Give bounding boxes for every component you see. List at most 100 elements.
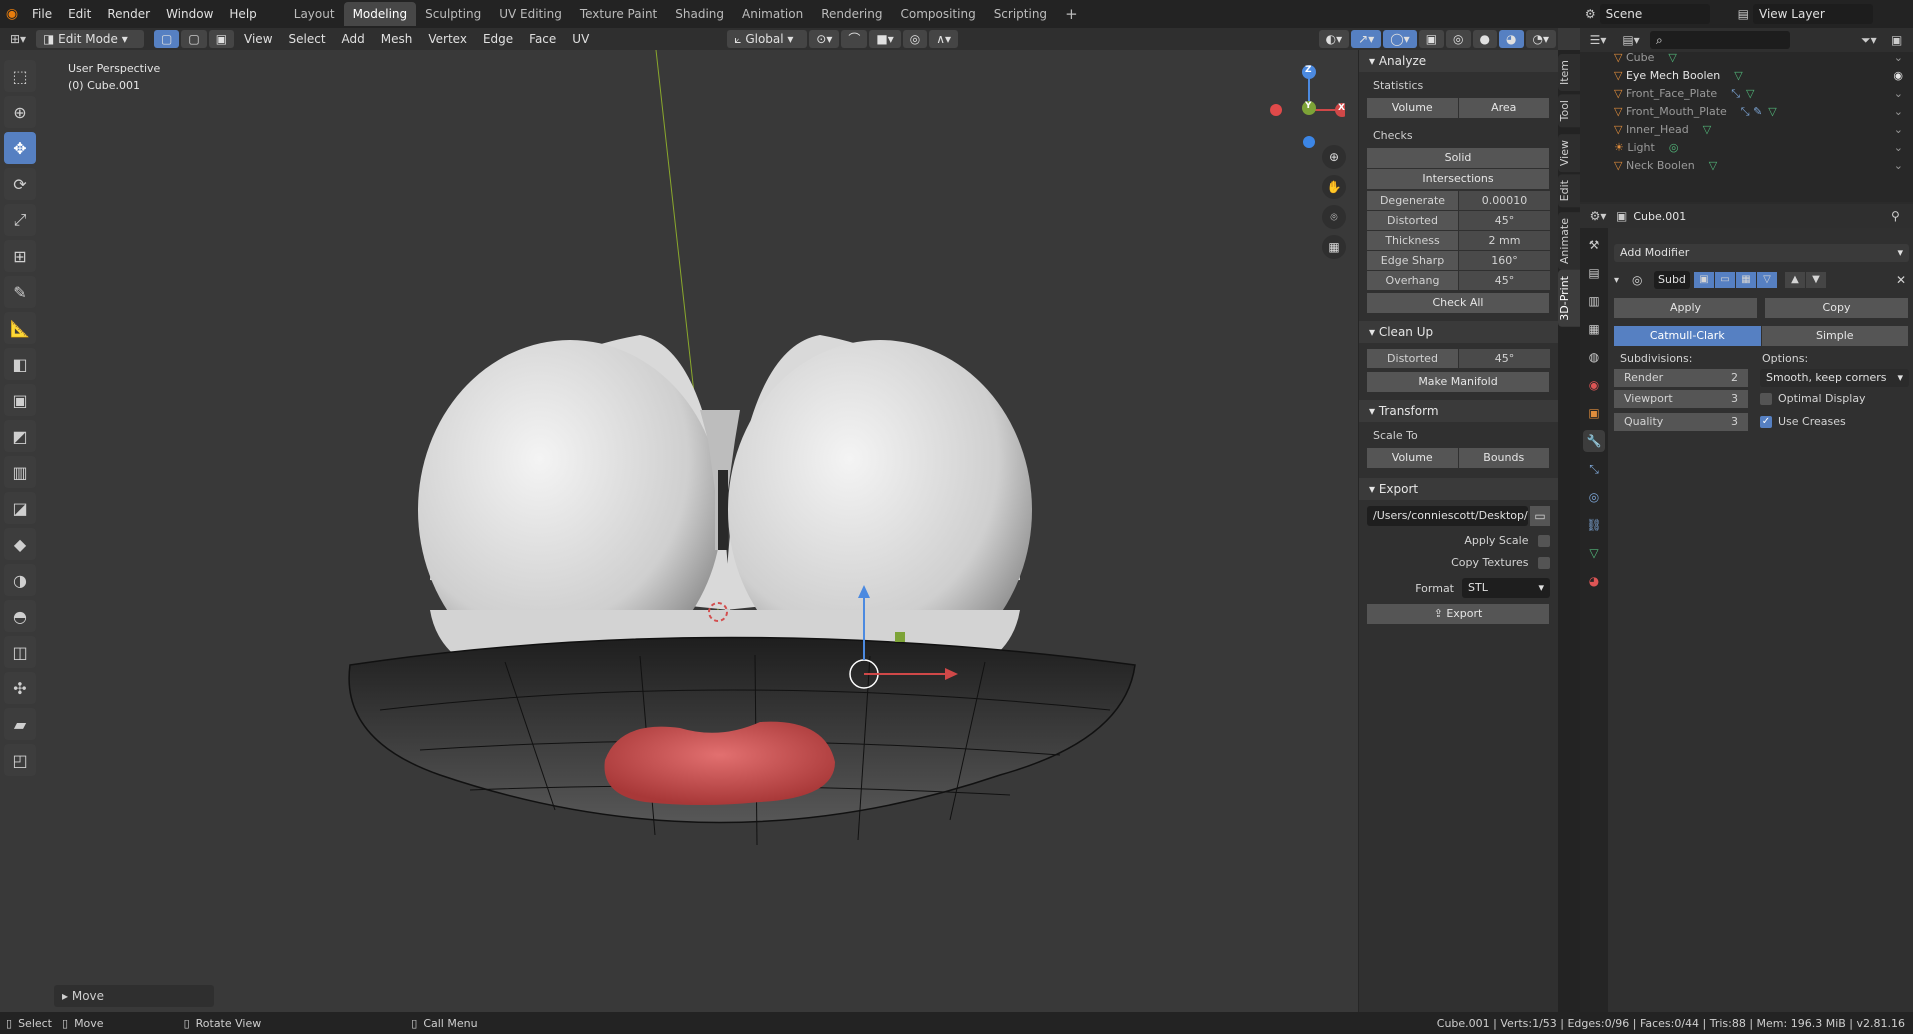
vertex-select-icon[interactable]: ▢ [154, 30, 180, 48]
collapse-icon[interactable]: ⌄ [1894, 102, 1903, 122]
outliner-item-eye-mech-boolen[interactable]: ▽ Eye Mech Boolen ▽ ◉ [1580, 66, 1913, 86]
face-select-icon[interactable]: ▣ [208, 30, 235, 48]
outliner-item-neck-boolen[interactable]: ▽ Neck Boolen ▽ ⌄ [1580, 156, 1913, 176]
editor-type-icon[interactable]: ⊞▾ [0, 32, 36, 46]
check-all-button[interactable]: Check All [1367, 293, 1549, 313]
stat-area-button[interactable]: Area [1458, 98, 1549, 118]
view-layer-field[interactable]: View Layer [1753, 4, 1873, 24]
copy-textures-checkbox[interactable] [1538, 557, 1550, 569]
physics-props-icon[interactable]: ◎ [1583, 486, 1605, 508]
on-cage-icon[interactable]: ▽ [1757, 272, 1777, 288]
cleanup-distorted-value[interactable]: 45° [1459, 349, 1550, 368]
object-props-icon[interactable]: ▣ [1583, 402, 1605, 424]
copy-button[interactable]: Copy [1765, 298, 1908, 318]
add-modifier-select[interactable]: Add Modifier ▾ [1614, 244, 1909, 262]
filter-icon[interactable]: ⏷▾ [1861, 33, 1891, 48]
add-workspace-button[interactable]: + [1056, 2, 1087, 26]
outliner-item-inner-head[interactable]: ▽ Inner_Head ▽ ⌄ [1580, 120, 1913, 140]
shading-material-icon[interactable]: ◕ [1499, 30, 1524, 48]
cursor-tool-icon[interactable]: ⊕ [4, 96, 36, 128]
scene-render[interactable] [0, 50, 1358, 1012]
last-operator-panel[interactable]: ▸ Move [54, 985, 214, 1007]
cleanup-section-header[interactable]: ▾ Clean Up [1359, 321, 1558, 343]
outliner-item-front-mouth-plate[interactable]: ▽ Front_Mouth_Plate ⤡ ✎ ▽ ⌄ [1580, 102, 1913, 122]
quality-field[interactable]: Quality 3 [1614, 413, 1748, 431]
overlay-toggle-icon[interactable]: ◯▾ [1383, 30, 1417, 48]
menu-select[interactable]: Select [281, 32, 334, 46]
edge-slide-tool-icon[interactable]: ◫ [4, 636, 36, 668]
poly-build-tool-icon[interactable]: ◆ [4, 528, 36, 560]
menu-uv[interactable]: UV [564, 32, 597, 46]
show-render-icon[interactable]: ▣ [1694, 272, 1714, 288]
outliner-item-front-face-plate[interactable]: ▽ Front_Face_Plate ⤡ ▽ ⌄ [1580, 84, 1913, 104]
use-creases-checkbox[interactable]: ✓ [1760, 416, 1772, 428]
outliner-item-light[interactable]: ☀ Light ◎ ⌄ [1580, 138, 1913, 158]
properties-editor-icon[interactable]: ⚙▾ [1580, 209, 1616, 223]
3d-viewport[interactable]: User Perspective (0) Cube.001 Z X Y ⊕ ✋ … [0, 50, 1558, 1012]
select-box-tool-icon[interactable]: ⬚ [4, 60, 36, 92]
viewport-levels-field[interactable]: Viewport 3 [1614, 390, 1748, 408]
modifier-name-field[interactable]: Subd [1654, 271, 1690, 289]
optimal-display-checkbox[interactable] [1760, 393, 1772, 405]
make-manifold-button[interactable]: Make Manifold [1367, 372, 1549, 392]
outliner-item-cube[interactable]: ▽ Cube ▽ ⌄ [1580, 48, 1913, 68]
cleanup-distorted-button[interactable]: Distorted [1367, 349, 1458, 368]
menu-file[interactable]: File [24, 0, 60, 28]
view-layer-props-icon[interactable]: ▦ [1583, 318, 1605, 340]
move-down-icon[interactable]: ▼ [1806, 272, 1826, 288]
shear-tool-icon[interactable]: ▰ [4, 708, 36, 740]
mesh-data-props-icon[interactable]: ▽ [1583, 542, 1605, 564]
menu-vertex[interactable]: Vertex [420, 32, 475, 46]
nav-gizmo[interactable]: Z X Y [1265, 60, 1349, 150]
transform-section-header[interactable]: ▾ Transform [1359, 400, 1558, 422]
scene-icon[interactable]: ⚙ [1585, 7, 1596, 21]
menu-edit[interactable]: Edit [60, 0, 99, 28]
rip-tool-icon[interactable]: ◰ [4, 744, 36, 776]
menu-add[interactable]: Add [334, 32, 373, 46]
tab-compositing[interactable]: Compositing [891, 2, 984, 26]
zoom-icon[interactable]: ⊕ [1322, 145, 1346, 169]
scale-volume-button[interactable]: Volume [1367, 448, 1458, 468]
blender-logo-icon[interactable]: ◉ [0, 6, 24, 22]
degenerate-value-field[interactable]: 0.00010 [1459, 191, 1550, 210]
show-viewport-icon[interactable]: ▭ [1715, 272, 1735, 288]
shading-solid-icon[interactable]: ● [1472, 30, 1498, 48]
bevel-tool-icon[interactable]: ◩ [4, 420, 36, 452]
smooth-tool-icon[interactable]: ◓ [4, 600, 36, 632]
shading-render-icon[interactable]: ◔▾ [1525, 30, 1556, 48]
check-distorted-button[interactable]: Distorted [1367, 211, 1458, 230]
edge-select-icon[interactable]: ▢ [181, 30, 207, 48]
menu-mesh[interactable]: Mesh [373, 32, 421, 46]
distorted-value-field[interactable]: 45° [1459, 211, 1550, 230]
menu-edge[interactable]: Edge [475, 32, 521, 46]
snap-icon[interactable]: ⌒ [841, 30, 868, 48]
overhang-value-field[interactable]: 45° [1459, 271, 1550, 290]
menu-help[interactable]: Help [221, 0, 264, 28]
snap-target-icon[interactable]: ■▾ [869, 30, 901, 48]
modifier-collapse-icon[interactable]: ▾ [1614, 275, 1632, 286]
display-mode-icon[interactable]: ▤▾ [1616, 33, 1646, 47]
export-path-field[interactable]: /Users/conniescott/Desktop/ [1367, 506, 1528, 526]
edge-sharp-value-field[interactable]: 160° [1459, 251, 1550, 270]
proportional-edit-icon[interactable]: ◎ [902, 30, 928, 48]
export-section-header[interactable]: ▾ Export [1359, 478, 1558, 500]
collapse-icon[interactable]: ⌄ [1894, 138, 1903, 158]
extrude-tool-icon[interactable]: ◧ [4, 348, 36, 380]
mode-select[interactable]: ◨ Edit Mode ▾ [36, 30, 144, 48]
pivot-icon[interactable]: ⊙▾ [809, 30, 840, 48]
measure-tool-icon[interactable]: 📐 [4, 312, 36, 344]
collapse-icon[interactable]: ⌄ [1894, 120, 1903, 140]
rotate-tool-icon[interactable]: ⟳ [4, 168, 36, 200]
loop-cut-tool-icon[interactable]: ▥ [4, 456, 36, 488]
simple-button[interactable]: Simple [1761, 326, 1908, 346]
falloff-icon[interactable]: ∧▾ [929, 30, 959, 48]
outliner-editor-icon[interactable]: ☰▾ [1580, 33, 1616, 47]
tab-uv-editing[interactable]: UV Editing [490, 2, 571, 26]
collapse-icon[interactable]: ⌄ [1894, 156, 1903, 176]
modifier-props-icon[interactable]: 🔧 [1583, 430, 1605, 452]
constraints-props-icon[interactable]: ⛓ [1583, 514, 1605, 536]
thickness-value-field[interactable]: 2 mm [1459, 231, 1550, 250]
shrink-fatten-tool-icon[interactable]: ✣ [4, 672, 36, 704]
ortho-grid-icon[interactable]: ▦ [1322, 235, 1346, 259]
scene-props-icon[interactable]: ◍ [1583, 346, 1605, 368]
